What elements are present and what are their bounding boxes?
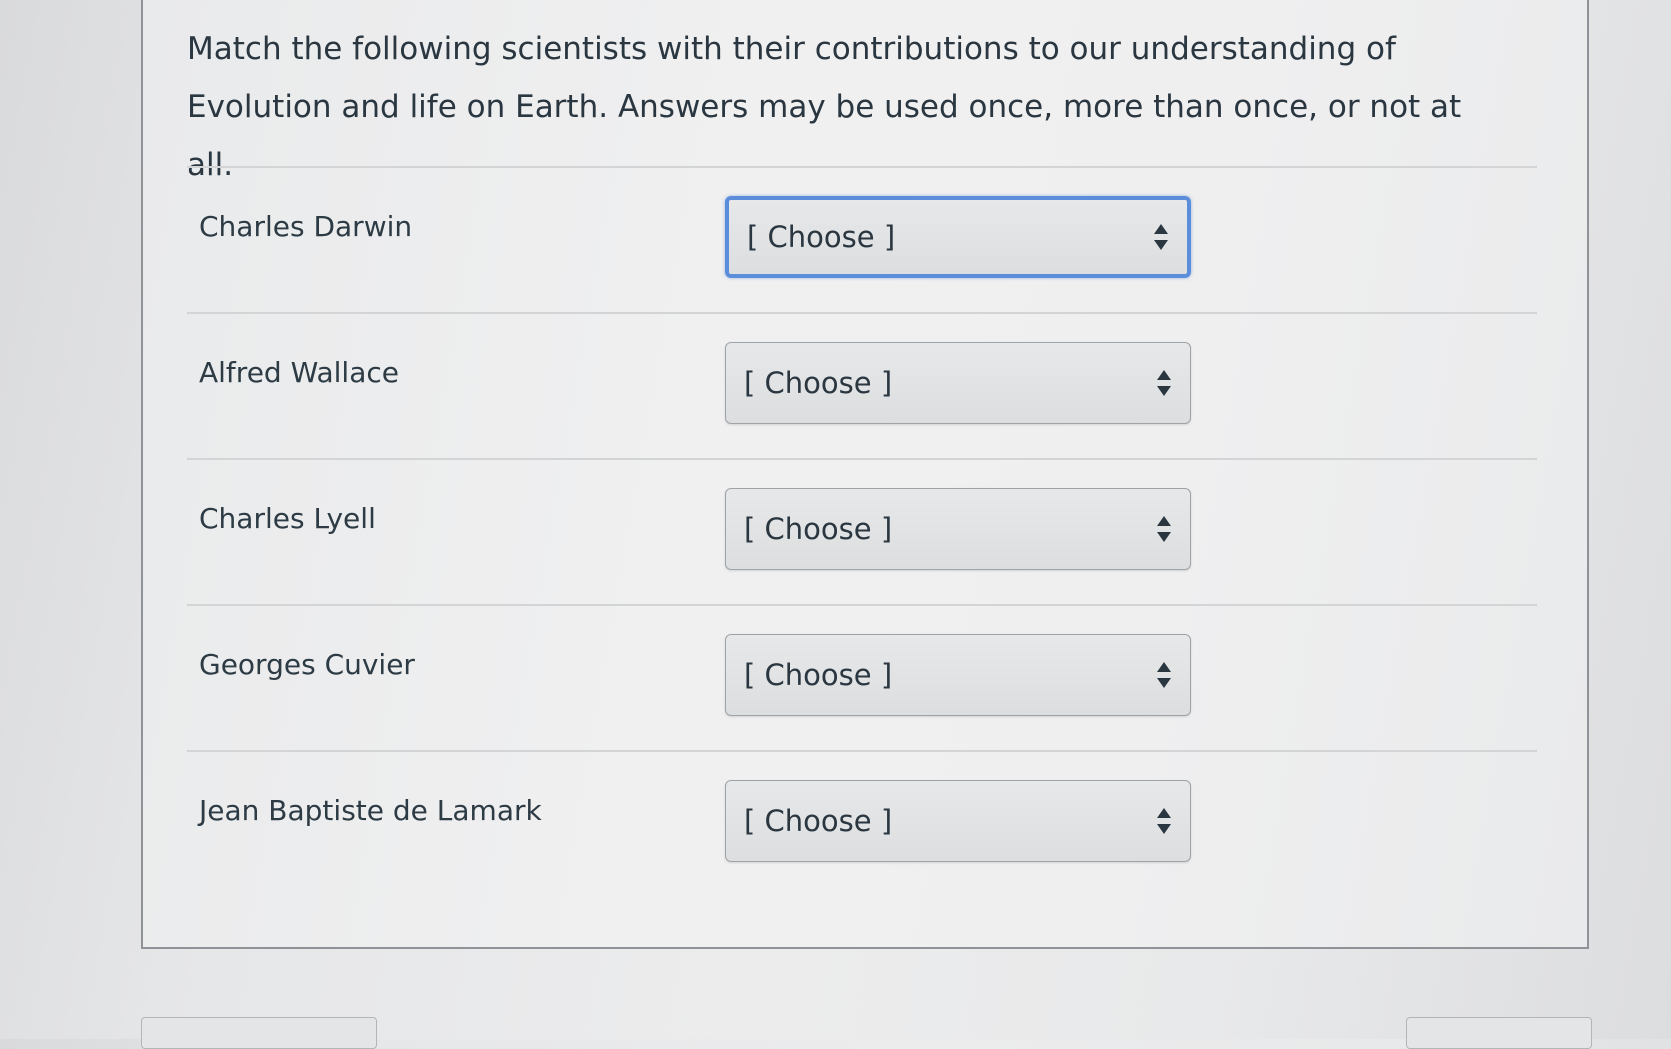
term-label: Alfred Wallace [199,356,399,389]
select-value: [ Choose ] [744,658,893,692]
previous-button[interactable] [141,1017,377,1049]
match-row-darwin: Charles Darwin [ Choose ] [187,196,1537,296]
match-row-wallace: Alfred Wallace [ Choose ] [187,342,1537,442]
next-button[interactable] [1406,1017,1592,1049]
up-down-sort-icon [1157,370,1171,396]
term-label: Georges Cuvier [199,648,415,681]
select-value: [ Choose ] [744,366,893,400]
match-row-lamark: Jean Baptiste de Lamark [ Choose ] [187,780,1537,880]
answer-select[interactable]: [ Choose ] [725,634,1191,716]
divider [187,458,1537,460]
divider [187,604,1537,606]
term-label: Charles Darwin [199,210,413,243]
quiz-question-panel: Match the following scientists with thei… [141,0,1589,949]
select-value: [ Choose ] [744,804,893,838]
up-down-sort-icon [1157,808,1171,834]
answer-select[interactable]: [ Choose ] [725,780,1191,862]
select-value: [ Choose ] [744,512,893,546]
answer-select[interactable]: [ Choose ] [725,488,1191,570]
divider [187,166,1537,168]
select-value: [ Choose ] [747,220,896,254]
up-down-sort-icon [1154,224,1168,250]
answer-select[interactable]: [ Choose ] [725,196,1191,278]
term-label: Charles Lyell [199,502,376,535]
divider [187,750,1537,752]
term-label: Jean Baptiste de Lamark [199,794,542,827]
answer-select[interactable]: [ Choose ] [725,342,1191,424]
up-down-sort-icon [1157,516,1171,542]
match-row-lyell: Charles Lyell [ Choose ] [187,488,1537,588]
divider [187,312,1537,314]
match-row-cuvier: Georges Cuvier [ Choose ] [187,634,1537,734]
up-down-sort-icon [1157,662,1171,688]
